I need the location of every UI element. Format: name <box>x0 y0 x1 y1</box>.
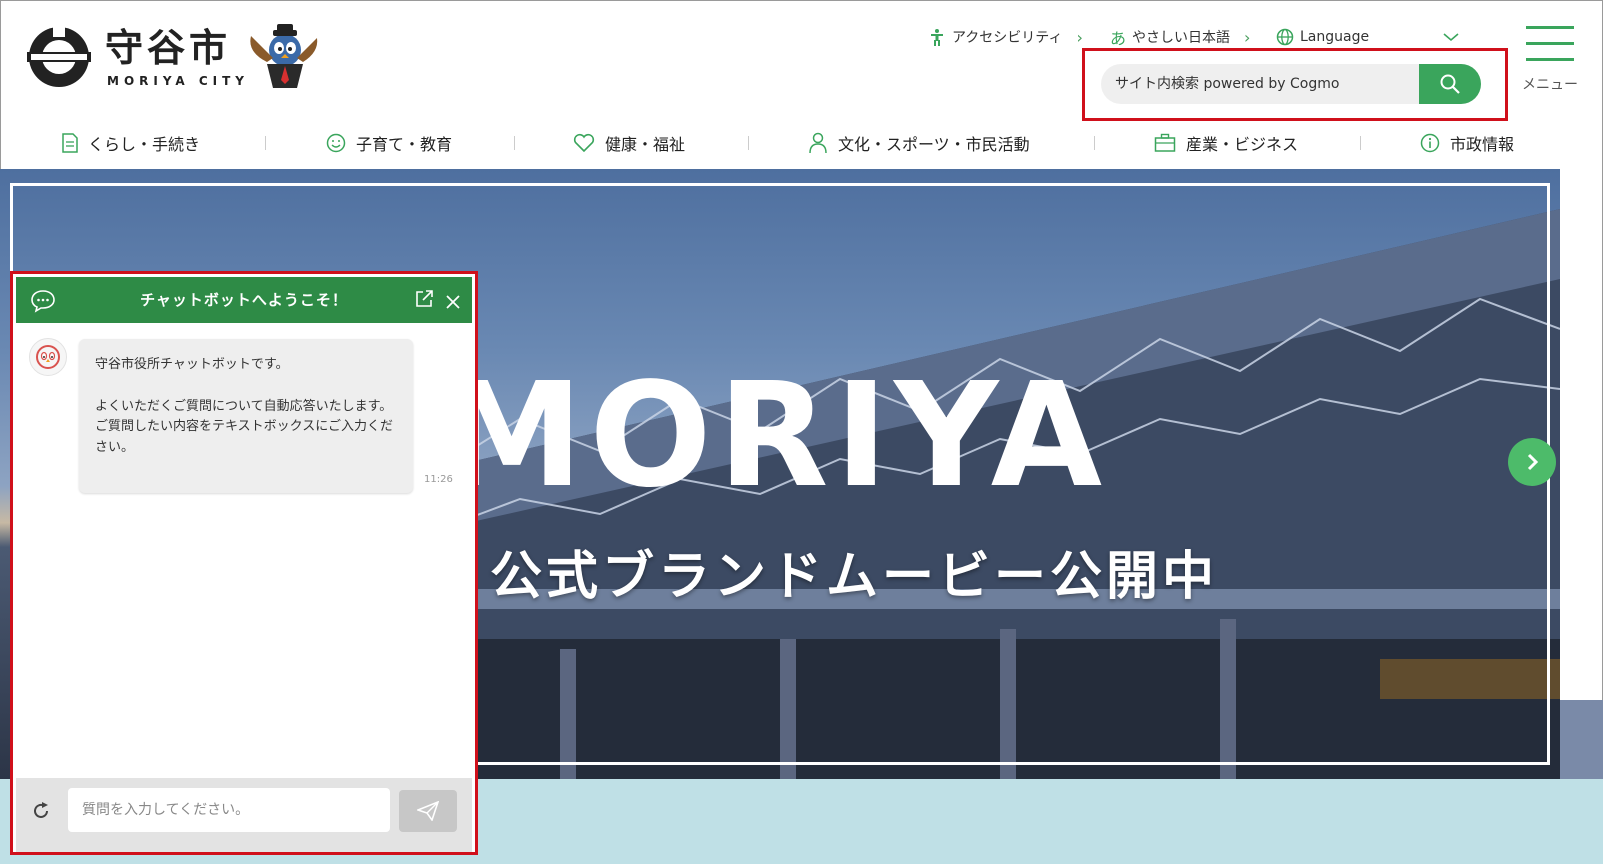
easy-japanese-label: やさしい日本語 <box>1132 30 1231 46</box>
nav-divider <box>514 136 515 150</box>
chat-question-input[interactable] <box>68 788 390 832</box>
external-link-icon[interactable] <box>414 289 434 309</box>
nav-item-label: くらし・手続き <box>88 135 201 154</box>
info-icon <box>1420 133 1440 153</box>
hamburger-icon <box>1526 26 1574 29</box>
menu-button[interactable]: メニュー <box>1516 24 1584 94</box>
chevron-right-icon: › <box>1076 27 1083 47</box>
search-icon <box>1440 74 1460 94</box>
nav-item-business[interactable]: 産業・ビジネス <box>1154 130 1298 156</box>
paper-plane-icon <box>417 801 439 821</box>
search-input[interactable] <box>1115 64 1405 104</box>
easy-japanese-link[interactable]: あ やさしい日本語 › <box>1110 26 1251 49</box>
briefcase-icon <box>1154 133 1176 152</box>
accessibility-label: アクセシビリティ <box>952 30 1063 46</box>
menu-label: メニュー <box>1522 77 1578 93</box>
nav-item-city-info[interactable]: 市政情報 <box>1420 130 1514 156</box>
bot-message-bubble: 守谷市役所チャットボットです。 よくいただくご質問について自動応答いたします。 … <box>79 339 413 493</box>
bot-message-line: よくいただくご質問について自動応答いたします。 <box>95 398 393 414</box>
nav-item-label: 市政情報 <box>1450 135 1515 154</box>
nav-divider <box>265 136 266 150</box>
smile-icon <box>326 133 346 153</box>
chevron-down-icon <box>1443 33 1459 42</box>
hero-title: MORIYA <box>440 351 1109 519</box>
nav-divider <box>1360 136 1361 150</box>
mascot-icon <box>250 24 318 88</box>
globe-icon <box>1276 28 1294 46</box>
send-button[interactable] <box>399 790 457 832</box>
global-nav: くらし・手続き 子育て・教育 健康・福祉 文化・スポーツ・市民活動 産業・ビジネ… <box>0 122 1603 168</box>
language-select[interactable]: Language <box>1276 26 1459 48</box>
logo-name: 守谷市 <box>105 26 232 70</box>
nav-item-living[interactable]: くらし・手続き <box>62 130 200 156</box>
bot-avatar <box>29 338 67 376</box>
logo-subtitle: MORIYA CITY <box>107 74 249 88</box>
chatbot-title: チャットボットへようこそ！ <box>140 291 348 309</box>
nav-item-label: 産業・ビジネス <box>1186 135 1299 154</box>
chatbot-input-bar <box>16 778 472 852</box>
nav-item-health[interactable]: 健康・福祉 <box>573 130 685 156</box>
message-timestamp: 11:26 <box>424 474 453 485</box>
mascot-face-icon <box>36 345 60 369</box>
heart-icon <box>573 133 595 153</box>
background-strip <box>1560 700 1603 780</box>
site-logo[interactable]: 守谷市 MORIYA CITY <box>27 22 327 94</box>
language-label: Language <box>1300 29 1370 45</box>
accessibility-icon <box>931 29 943 46</box>
close-icon[interactable] <box>446 295 460 309</box>
nav-item-culture[interactable]: 文化・スポーツ・市民活動 <box>808 130 1030 156</box>
nav-item-label: 健康・福祉 <box>605 135 686 154</box>
site-search <box>1101 64 1481 104</box>
nav-item-label: 文化・スポーツ・市民活動 <box>838 135 1030 154</box>
hero-subtitle: 公式ブランドムービー公開中 <box>490 547 1219 607</box>
document-icon <box>62 133 78 153</box>
city-emblem-icon <box>27 27 91 87</box>
chevron-right-icon <box>1527 453 1539 471</box>
person-icon <box>809 132 827 154</box>
nav-item-childcare[interactable]: 子育て・教育 <box>326 130 452 156</box>
hiragana-a-icon: あ <box>1110 29 1127 48</box>
nav-divider <box>748 136 749 150</box>
chatbot-window: チャットボットへようこそ！ 守谷市役所チャットボットです。 よくいただくご質問に… <box>10 271 478 855</box>
bot-message-line: ご質問したい内容をテキストボックスにご入力ください。 <box>95 419 393 455</box>
bot-message-line: 守谷市役所チャットボットです。 <box>95 357 289 372</box>
reload-icon[interactable] <box>30 800 52 822</box>
slider-next-button[interactable] <box>1508 438 1556 486</box>
search-button[interactable] <box>1419 64 1481 104</box>
nav-item-label: 子育て・教育 <box>356 135 453 154</box>
chatbot-header: チャットボットへようこそ！ <box>16 277 472 323</box>
chevron-right-icon: › <box>1244 27 1251 47</box>
nav-divider <box>1094 136 1095 150</box>
accessibility-link[interactable]: アクセシビリティ › <box>928 26 1083 48</box>
